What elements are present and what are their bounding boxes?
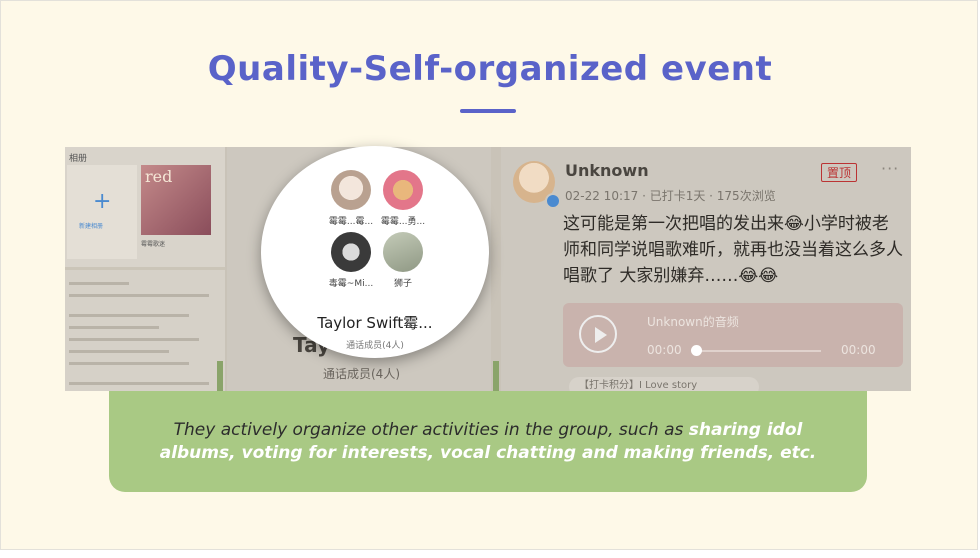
album-header: 相册 xyxy=(69,154,88,164)
accent-strip xyxy=(493,361,499,391)
avatar[interactable] xyxy=(331,170,371,210)
plus-icon: + xyxy=(93,189,112,214)
avatar[interactable] xyxy=(383,232,423,272)
group-name: Taylor Swift霉... xyxy=(317,314,433,332)
avatar[interactable] xyxy=(331,232,371,272)
accent-strip xyxy=(217,361,223,391)
audio-total-time: 00:00 xyxy=(841,343,876,357)
member-name: 霉霉...勇... xyxy=(380,217,426,227)
member-name: 狮子 xyxy=(393,279,412,289)
album-cover-art: red xyxy=(145,167,173,186)
audio-progress-track[interactable] xyxy=(695,350,821,352)
title-underline xyxy=(460,109,516,113)
member-count: 通话成员(4人) xyxy=(346,341,404,351)
new-album-card[interactable]: + 新建相册 xyxy=(67,165,137,259)
more-icon[interactable]: ··· xyxy=(881,159,899,178)
avatar[interactable] xyxy=(383,170,423,210)
pinned-badge: 置顶 xyxy=(821,163,858,182)
member-name: 毒霉~Mi... xyxy=(328,279,374,289)
post-content: 这可能是第一次把唱的发出来😂小学时被老师和同学说唱歌难听，就再也没当着这么多人唱… xyxy=(563,214,903,286)
background-member-count: 通话成员(4人) xyxy=(323,367,400,381)
album-title: 霉霉歌迷 xyxy=(141,241,166,248)
chat-preview xyxy=(65,267,225,391)
audio-current-time: 00:00 xyxy=(647,343,682,357)
verified-icon xyxy=(545,193,561,209)
slide-title: Quality-Self-organized event xyxy=(207,49,773,89)
play-icon[interactable] xyxy=(579,315,617,353)
album-cover[interactable]: red xyxy=(141,165,211,235)
screenshot-collage: 相册 + 新建相册 red 霉霉歌迷 Tay 通话成员(4人) Unknown … xyxy=(65,147,911,391)
caption-box: They actively organize other activities … xyxy=(109,391,867,492)
post-tag[interactable]: 【打卡积分】I Love story xyxy=(569,377,759,391)
post-meta: 02-22 10:17 · 已打卡1天 · 175次浏览 xyxy=(565,189,776,203)
call-members-zoom: 霉霉...霉... 霉霉...勇... 毒霉~Mi... 狮子 Taylor S… xyxy=(261,146,489,358)
audio-player: Unknown的音频 00:00 00:00 xyxy=(563,303,903,367)
slide: Quality-Self-organized event 相册 + 新建相册 r… xyxy=(0,0,978,550)
caption-text: They actively organize other activities … xyxy=(173,420,689,440)
audio-progress-knob[interactable] xyxy=(691,345,702,356)
post-username[interactable]: Unknown xyxy=(565,161,649,180)
audio-title: Unknown的音频 xyxy=(647,315,739,329)
post-screenshot: Unknown 02-22 10:17 · 已打卡1天 · 175次浏览 置顶 … xyxy=(501,147,911,391)
new-album-label: 新建相册 xyxy=(79,223,104,230)
album-screenshot: 相册 + 新建相册 red 霉霉歌迷 xyxy=(65,147,225,391)
member-name: 霉霉...霉... xyxy=(328,217,374,227)
